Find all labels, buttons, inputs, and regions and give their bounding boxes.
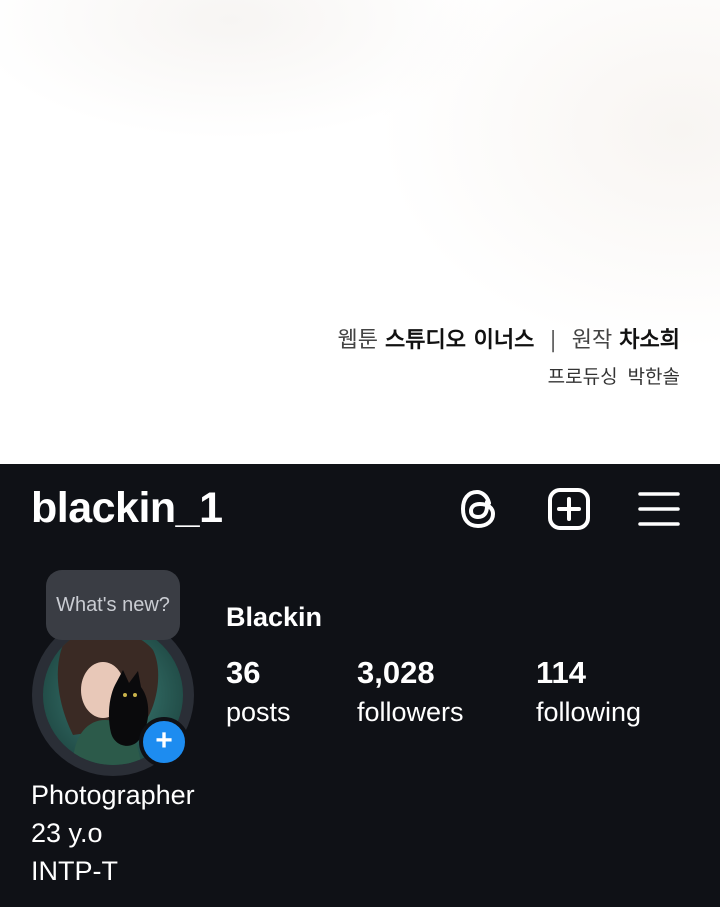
profile-panel: blackin_1 What's new? + Blackin 36 posts… <box>0 464 720 907</box>
profile-username[interactable]: blackin_1 <box>31 484 223 533</box>
webtoon-label: 웹툰 <box>337 328 379 353</box>
webtoon-panel-top: 웹툰 스튜디오 이너스 | 원작 차소희 프로듀싱 박한솔 <box>0 0 720 464</box>
posts-count: 36 <box>226 655 261 690</box>
stat-followers[interactable]: 3,028 followers <box>357 654 464 732</box>
bio-line: 23 y.o <box>31 818 103 848</box>
followers-label: followers <box>357 697 464 727</box>
posts-label: posts <box>226 697 291 727</box>
following-label: following <box>536 697 642 727</box>
note-bubble[interactable]: What's new? <box>46 570 180 640</box>
credits-separator: | <box>549 328 557 353</box>
credits-line-1: 웹툰 스튜디오 이너스 | 원작 차소희 <box>338 322 680 354</box>
following-count: 114 <box>536 655 587 690</box>
profile-display-name: Blackin <box>226 602 323 632</box>
bio-line: INTP-T <box>31 856 118 886</box>
producing-label: 프로듀싱 <box>547 366 618 388</box>
credits-line-2: 프로듀싱 박한솔 <box>548 362 680 389</box>
producer-name: 박한솔 <box>627 366 680 388</box>
add-story-plus-icon[interactable]: + <box>139 717 189 767</box>
original-label: 원작 <box>571 328 613 353</box>
menu-icon[interactable] <box>636 486 682 532</box>
original-author-name: 차소희 <box>619 328 680 353</box>
followers-count: 3,028 <box>357 655 435 690</box>
threads-icon[interactable] <box>456 486 502 532</box>
bio-line: Photographer <box>31 780 195 810</box>
add-post-icon[interactable] <box>546 486 592 532</box>
stat-posts[interactable]: 36 posts <box>226 654 291 732</box>
webtoon-studio-name: 스튜디오 이너스 <box>385 328 535 353</box>
stat-following[interactable]: 114 following <box>536 654 641 732</box>
